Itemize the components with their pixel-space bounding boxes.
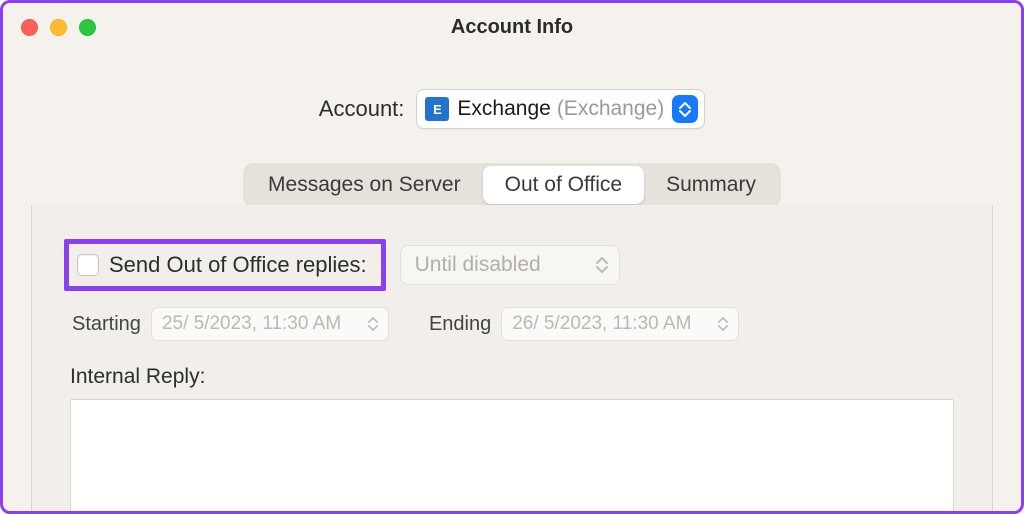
date-row: Starting 25/ 5/2023, 11:30 AM Ending 26/… [70, 307, 954, 341]
ending-value: 26/ 5/2023, 11:30 AM [512, 313, 691, 335]
ending-label: Ending [429, 313, 491, 336]
tab-out-of-office[interactable]: Out of Office [483, 166, 645, 204]
reply-duration-select[interactable]: Until disabled [400, 245, 620, 285]
out-of-office-panel: Send Out of Office replies: Until disabl… [31, 205, 993, 514]
ending-group: Ending 26/ 5/2023, 11:30 AM [429, 307, 739, 341]
exchange-icon: E [425, 97, 449, 121]
starting-label: Starting [72, 313, 141, 336]
account-info-window: Account Info Account: E Exchange (Exchan… [0, 0, 1024, 514]
updown-icon [364, 311, 382, 337]
traffic-lights [3, 19, 96, 36]
close-window-button[interactable] [21, 19, 38, 36]
tabbar: Messages on Server Out of Office Summary [3, 163, 1021, 207]
internal-reply-textarea[interactable] [70, 399, 954, 514]
dropdown-stepper-icon [672, 95, 698, 123]
send-replies-row: Send Out of Office replies: Until disabl… [70, 239, 954, 291]
starting-datetime-field[interactable]: 25/ 5/2023, 11:30 AM [151, 307, 389, 341]
updown-icon [714, 311, 732, 337]
account-label: Account: [319, 96, 405, 122]
tab-messages-on-server[interactable]: Messages on Server [246, 166, 483, 204]
maximize-window-button[interactable] [79, 19, 96, 36]
internal-reply-label: Internal Reply: [70, 365, 954, 389]
ending-datetime-field[interactable]: 26/ 5/2023, 11:30 AM [501, 307, 739, 341]
updown-icon [593, 252, 611, 278]
exchange-icon-letter: E [433, 102, 442, 117]
account-type: (Exchange) [557, 97, 664, 121]
send-replies-label: Send Out of Office replies: [109, 252, 367, 278]
starting-group: Starting 25/ 5/2023, 11:30 AM [72, 307, 389, 341]
starting-value: 25/ 5/2023, 11:30 AM [162, 313, 341, 335]
tab-summary[interactable]: Summary [644, 166, 778, 204]
reply-duration-value: Until disabled [415, 253, 541, 277]
minimize-window-button[interactable] [50, 19, 67, 36]
account-row: Account: E Exchange (Exchange) [3, 89, 1021, 129]
send-replies-checkbox[interactable] [77, 254, 99, 276]
send-replies-highlight: Send Out of Office replies: [64, 239, 386, 291]
account-name: Exchange [457, 97, 550, 121]
segmented-control: Messages on Server Out of Office Summary [243, 163, 781, 207]
window-title: Account Info [3, 16, 1021, 39]
account-select[interactable]: E Exchange (Exchange) [416, 89, 705, 129]
titlebar: Account Info [3, 3, 1021, 51]
